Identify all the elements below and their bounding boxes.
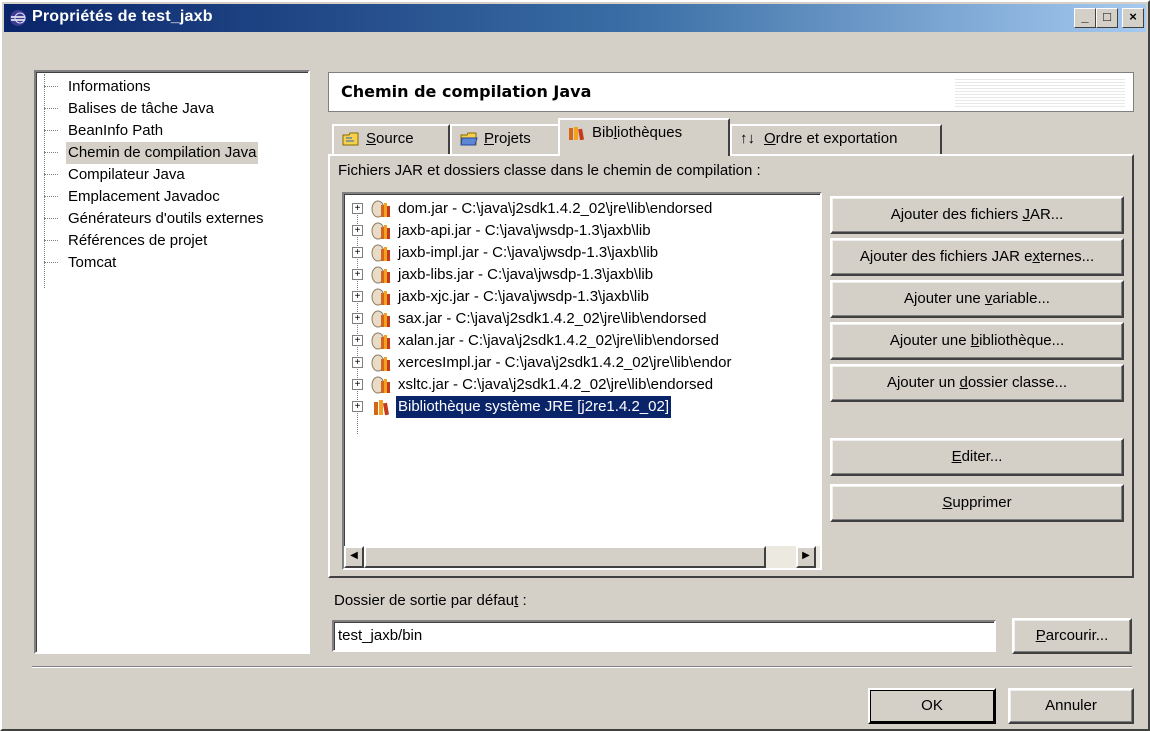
page-title: Chemin de compilation Java [341, 82, 592, 101]
ok-button[interactable]: OK [868, 688, 996, 724]
browse-button[interactable]: Parcourir... [1012, 618, 1132, 654]
jar-icon [371, 376, 390, 394]
expand-icon[interactable]: + [352, 225, 363, 236]
jar-icon [371, 310, 390, 328]
expand-icon[interactable]: + [352, 379, 363, 390]
jar-icon [371, 266, 390, 284]
output-folder-label: Dossier de sortie par défaut : [334, 592, 527, 609]
library-icon [374, 400, 390, 416]
libraries-panel: Fichiers JAR et dossiers classe dans le … [328, 154, 1134, 578]
jar-icon [371, 200, 390, 218]
folder-projects-icon [460, 132, 478, 146]
add-class-folder-button[interactable]: Ajouter un dossier classe... [830, 364, 1124, 402]
tree-connector [44, 74, 45, 288]
close-button[interactable]: × [1122, 8, 1144, 28]
expand-icon[interactable]: + [352, 357, 363, 368]
title-bar[interactable]: Propriétés de test_jaxb _ □ × [4, 4, 1146, 32]
expand-icon[interactable]: + [352, 269, 363, 280]
scrollbar-thumb[interactable] [364, 546, 766, 568]
expand-icon[interactable]: + [352, 247, 363, 258]
tab-order-export[interactable]: ↑↓ Ordre et exportation [730, 124, 942, 156]
tab-source[interactable]: Source [332, 124, 450, 156]
scroll-left-icon[interactable]: ◀ [344, 546, 364, 568]
maximize-button[interactable]: □ [1096, 8, 1118, 28]
tab-projects[interactable]: Projets [450, 124, 560, 156]
expand-icon[interactable]: + [352, 335, 363, 346]
minimize-button[interactable]: _ [1074, 8, 1096, 28]
add-jars-button[interactable]: Ajouter des fichiers JAR... [830, 196, 1124, 234]
property-page-tree[interactable]: Informations Balises de tâche Java BeanI… [34, 70, 310, 654]
expand-icon[interactable]: + [352, 401, 363, 412]
expand-icon[interactable]: + [352, 203, 363, 214]
separator [32, 666, 1132, 668]
edit-button[interactable]: Editer... [830, 438, 1124, 476]
jar-icon [371, 332, 390, 350]
tab-libraries[interactable]: Bibliothèques [558, 118, 730, 156]
header-decoration [955, 79, 1125, 107]
eclipse-icon [10, 10, 26, 26]
jar-icon [371, 354, 390, 372]
library-icon [569, 127, 585, 141]
jar-icon [371, 244, 390, 262]
page-header: Chemin de compilation Java [328, 72, 1134, 112]
jar-icon [371, 222, 390, 240]
jar-icon [371, 288, 390, 306]
add-external-jars-button[interactable]: Ajouter des fichiers JAR externes... [830, 238, 1124, 276]
order-arrows-icon: ↑↓ [740, 130, 755, 148]
window-title: Propriétés de test_jaxb [32, 8, 213, 25]
add-library-button[interactable]: Ajouter une bibliothèque... [830, 322, 1124, 360]
library-list[interactable]: + dom.jar - C:\java\j2sdk1.4.2_02\jre\lib… [342, 192, 822, 570]
expand-icon[interactable]: + [352, 291, 363, 302]
folder-source-icon [342, 132, 359, 146]
build-path-label: Fichiers JAR et dossiers classe dans le … [338, 162, 761, 179]
add-variable-button[interactable]: Ajouter une variable... [830, 280, 1124, 318]
cancel-button[interactable]: Annuler [1008, 688, 1134, 724]
scroll-right-icon[interactable]: ▶ [796, 546, 816, 568]
expand-icon[interactable]: + [352, 313, 363, 324]
remove-button[interactable]: Supprimer [830, 484, 1124, 522]
horizontal-scrollbar[interactable]: ◀ ▶ [344, 546, 820, 568]
properties-dialog: Propriétés de test_jaxb _ □ × Informatio… [0, 0, 1150, 731]
output-folder-field[interactable]: test_jaxb/bin [332, 620, 996, 652]
